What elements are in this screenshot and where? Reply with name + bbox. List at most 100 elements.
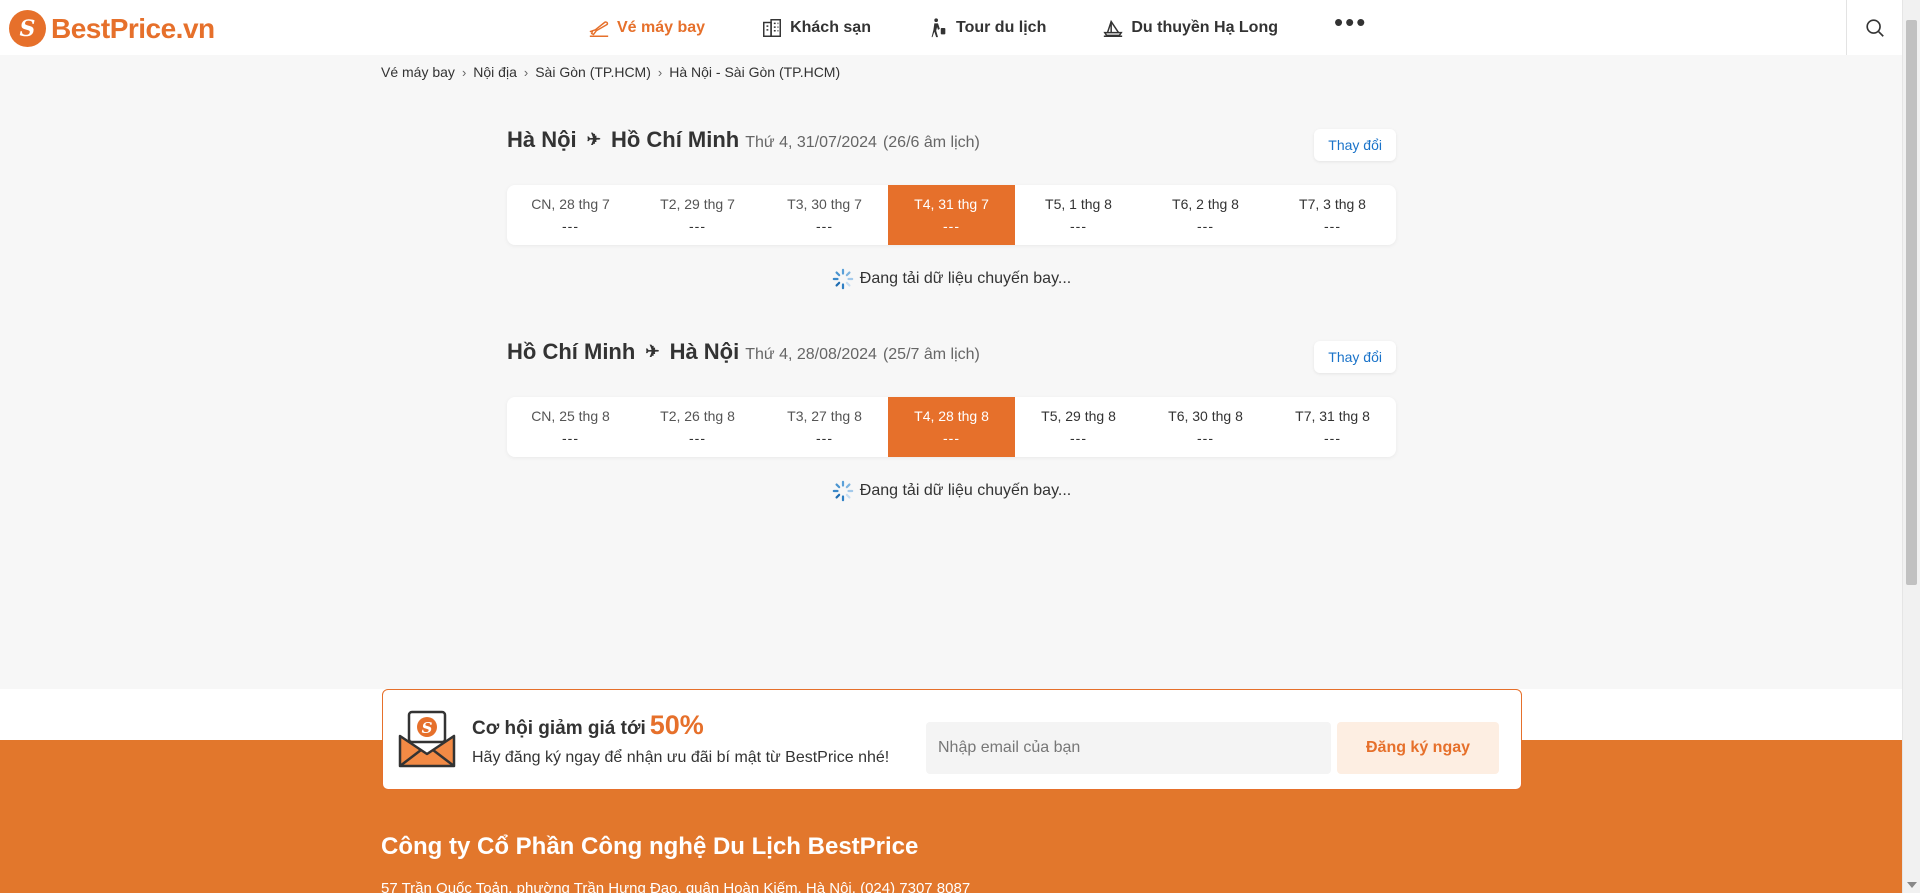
nav-label: Du thuyền Hạ Long: [1131, 18, 1278, 36]
date-tab[interactable]: CN, 28 thg 7 ---: [507, 185, 634, 245]
breadcrumb-item[interactable]: Vé máy bay: [381, 64, 455, 80]
logo-icon: S: [9, 10, 46, 47]
nav-label: Khách sạn: [790, 18, 871, 36]
nav-label: Vé máy bay: [617, 18, 706, 36]
brand-name: BestPrice.vn: [51, 12, 215, 44]
date-label: T2, 29 thg 7: [660, 196, 735, 212]
date-label: T4, 28 thg 8: [914, 408, 989, 424]
date-tab[interactable]: T6, 2 thg 8 ---: [1142, 185, 1269, 245]
lunar-date: (25/7 âm lịch): [882, 346, 980, 363]
svg-text:S: S: [422, 719, 433, 737]
scrollbar-thumb[interactable]: [1906, 20, 1917, 585]
date-tab[interactable]: T7, 31 thg 8 ---: [1269, 397, 1396, 457]
date-price: ---: [562, 430, 579, 446]
date-price: ---: [562, 218, 579, 234]
date-label: T6, 2 thg 8: [1172, 196, 1239, 212]
spinner-icon: [832, 480, 854, 502]
date-label: T5, 29 thg 8: [1041, 408, 1116, 424]
subscribe-button[interactable]: Đăng ký ngay: [1337, 722, 1499, 774]
newsletter-title-text: Cơ hội giảm giá tới: [472, 718, 646, 739]
newsletter-box: S Cơ hội giảm giá tới 50% Hãy đăng ký nga…: [382, 689, 1522, 790]
date-tab[interactable]: T6, 30 thg 8 ---: [1142, 397, 1269, 457]
date-price: ---: [1324, 218, 1341, 234]
company-address: 57 Trần Quốc Toản, phường Trần Hưng Đạo,…: [381, 880, 971, 893]
breadcrumb-item[interactable]: Nội địa: [473, 64, 517, 80]
date-label: T2, 26 thg 8: [660, 408, 735, 424]
change-button[interactable]: Thay đổi: [1314, 341, 1396, 373]
origin-city: Hà Nội: [507, 127, 577, 152]
hotel-building-icon: [763, 18, 782, 37]
breadcrumb-current: Hà Nội - Sài Gòn (TP.HCM): [669, 64, 841, 80]
email-input[interactable]: [926, 722, 1331, 774]
date-tab[interactable]: T2, 26 thg 8 ---: [634, 397, 761, 457]
envelope-icon: S: [398, 710, 456, 768]
spinner-icon: [832, 268, 854, 290]
breadcrumb-item[interactable]: Sài Gòn (TP.HCM): [535, 64, 651, 80]
date-selector: CN, 28 thg 7 --- T2, 29 thg 7 --- T3, 30 t…: [507, 185, 1396, 245]
date-price: ---: [816, 218, 833, 234]
chevron-right-icon: ›: [657, 64, 663, 80]
flight-section-outbound: Hà Nội ✈ Hồ Chí Minh Thứ 4, 31/07/2024 (…: [507, 127, 1396, 290]
scroll-down-arrow-icon[interactable]: [1907, 882, 1917, 888]
origin-city: Hồ Chí Minh: [507, 339, 636, 364]
plane-icon: ✈: [645, 342, 660, 361]
date-label: T3, 27 thg 8: [787, 408, 862, 424]
date-price: ---: [1197, 430, 1214, 446]
brand-logo[interactable]: S BestPrice.vn: [9, 10, 215, 47]
flight-header: Hà Nội ✈ Hồ Chí Minh Thứ 4, 31/07/2024 (…: [507, 127, 1396, 167]
date-tab[interactable]: T5, 29 thg 8 ---: [1015, 397, 1142, 457]
date-label: T5, 1 thg 8: [1045, 196, 1112, 212]
traveler-luggage-icon: [931, 17, 946, 37]
plane-icon: ✈: [586, 130, 601, 149]
destination-city: Hồ Chí Minh: [610, 127, 740, 152]
company-name: Công ty Cổ Phần Công nghệ Du Lịch BestPr…: [381, 833, 919, 860]
date-label: CN, 25 thg 8: [531, 408, 610, 424]
date-price: ---: [1070, 430, 1087, 446]
loading-text: Đang tải dữ liệu chuyến bay...: [859, 270, 1072, 287]
search-icon: [1865, 18, 1884, 37]
loading-indicator: Đang tải dữ liệu chuyến bay...: [507, 268, 1396, 290]
date-label: T7, 3 thg 8: [1299, 196, 1366, 212]
main-nav: Vé máy bay Khách sạn Tour du lịch Du thu…: [588, 0, 1367, 55]
search-button[interactable]: [1846, 0, 1902, 55]
cruise-ship-icon: [1103, 19, 1123, 37]
date-tab[interactable]: T3, 27 thg 8 ---: [761, 397, 888, 457]
date-tab[interactable]: T5, 1 thg 8 ---: [1015, 185, 1142, 245]
date-tab[interactable]: T3, 30 thg 7 ---: [761, 185, 888, 245]
date-price: ---: [689, 430, 706, 446]
date-price: ---: [943, 430, 960, 446]
nav-label: Tour du lịch: [955, 18, 1047, 36]
date-tab[interactable]: CN, 25 thg 8 ---: [507, 397, 634, 457]
date-tab[interactable]: T7, 3 thg 8 ---: [1269, 185, 1396, 245]
date-price: ---: [1197, 218, 1214, 234]
chevron-right-icon: ›: [523, 64, 529, 80]
nav-item-flights[interactable]: Vé máy bay: [588, 17, 705, 39]
date-label: T3, 30 thg 7: [787, 196, 862, 212]
destination-city: Hà Nội: [669, 339, 740, 364]
date-price: ---: [943, 218, 960, 234]
nav-item-cruises[interactable]: Du thuyền Hạ Long: [1102, 17, 1278, 39]
date-price: ---: [689, 218, 706, 234]
loading-indicator: Đang tải dữ liệu chuyến bay...: [507, 480, 1396, 502]
date-label: CN, 28 thg 7: [531, 196, 610, 212]
nav-item-hotels[interactable]: Khách sạn: [761, 17, 871, 39]
date-label: T4, 31 thg 7: [914, 196, 989, 212]
flight-date: Thứ 4, 31/07/2024: [745, 134, 877, 151]
date-label: T6, 30 thg 8: [1168, 408, 1243, 424]
date-selector: CN, 25 thg 8 --- T2, 26 thg 8 --- T3, 27 t…: [507, 397, 1396, 457]
discount-percent: 50%: [649, 710, 704, 740]
nav-more-button[interactable]: •••: [1334, 7, 1367, 38]
plane-ticket-icon: [589, 20, 609, 37]
change-button[interactable]: Thay đổi: [1314, 129, 1396, 161]
flight-header: Hồ Chí Minh ✈ Hà Nội Thứ 4, 28/08/2024 (…: [507, 339, 1396, 379]
site-header: S BestPrice.vn Vé máy bay Khách sạn Tour…: [0, 0, 1902, 55]
page-scrollbar[interactable]: [1902, 0, 1920, 893]
date-tab[interactable]: T2, 29 thg 7 ---: [634, 185, 761, 245]
newsletter-subtitle: Hãy đăng ký ngay để nhận ưu đãi bí mật t…: [472, 749, 890, 766]
nav-item-tours[interactable]: Tour du lịch: [927, 17, 1046, 39]
date-price: ---: [1070, 218, 1087, 234]
route-title: Hà Nội ✈ Hồ Chí Minh: [507, 127, 739, 153]
date-price: ---: [1324, 430, 1341, 446]
date-tab-selected[interactable]: T4, 28 thg 8 ---: [888, 397, 1015, 457]
date-tab-selected[interactable]: T4, 31 thg 7 ---: [888, 185, 1015, 245]
